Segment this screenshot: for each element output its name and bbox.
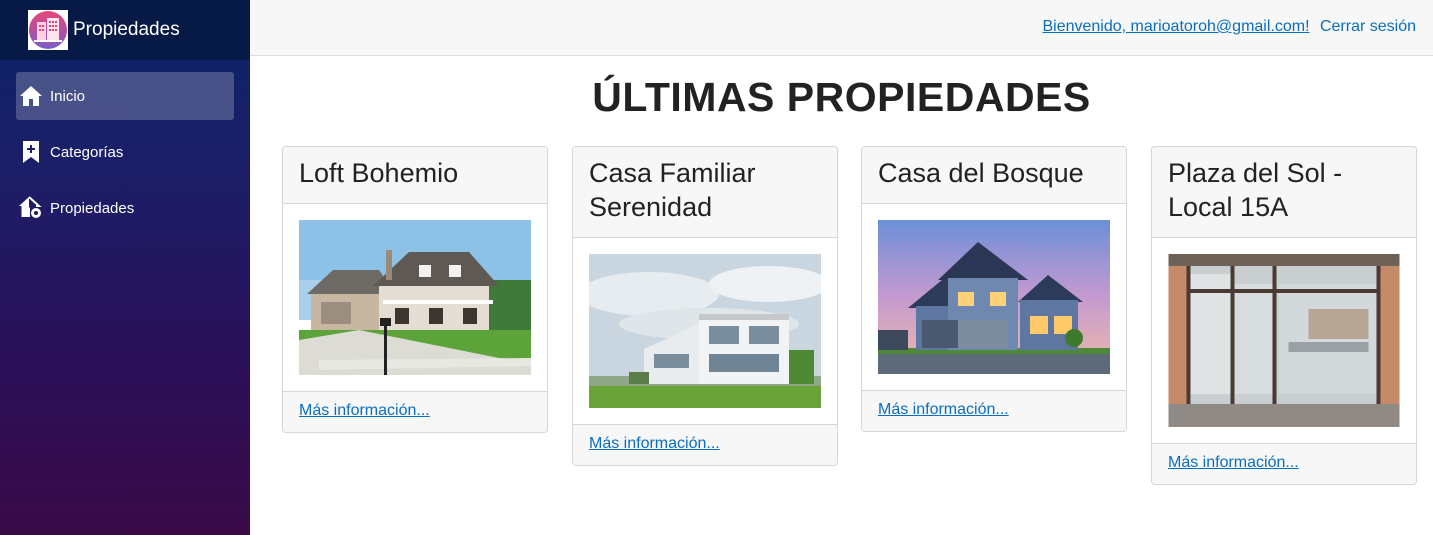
house-gear-icon xyxy=(18,195,44,221)
page-title: ÚLTIMAS PROPIEDADES xyxy=(592,74,1091,120)
card-footer: Más información... xyxy=(1152,443,1416,484)
building-logo-icon xyxy=(28,10,68,50)
home-icon xyxy=(18,83,44,109)
property-card: Loft Bohemio Más información... xyxy=(282,146,548,433)
house-photo-suburban xyxy=(299,220,531,375)
brand-name: Propiedades xyxy=(73,19,180,40)
sidebar-item-label: Propiedades xyxy=(50,199,135,217)
more-info-link[interactable]: Más información... xyxy=(1168,454,1299,471)
property-card: Casa Familiar Serenidad Más información.… xyxy=(572,146,838,466)
card-footer: Más información... xyxy=(573,424,837,465)
card-title: Casa Familiar Serenidad xyxy=(573,147,837,238)
storefront-photo-glass xyxy=(1168,254,1400,427)
card-footer: Más información... xyxy=(862,390,1126,431)
more-info-link[interactable]: Más información... xyxy=(299,402,430,419)
card-body xyxy=(862,204,1126,390)
card-title: Casa del Bosque xyxy=(862,147,1126,204)
card-footer: Más información... xyxy=(283,391,547,432)
sidebar-item-label: Inicio xyxy=(50,87,86,105)
sidebar-item-inicio[interactable]: Inicio xyxy=(16,72,234,120)
welcome-link[interactable]: Bienvenido, marioatoroh@gmail.com! xyxy=(1042,18,1309,35)
sidebar: Propiedades Inicio Categorías Propiedade… xyxy=(0,0,250,535)
sidebar-item-label: Categorías xyxy=(50,143,124,161)
property-card: Casa del Bosque Más información... xyxy=(861,146,1127,432)
bookmark-plus-icon xyxy=(18,139,44,165)
card-body xyxy=(1152,238,1416,443)
sidebar-nav: Inicio Categorías Propiedades xyxy=(0,60,250,232)
card-title: Loft Bohemio xyxy=(283,147,547,204)
property-card: Plaza del Sol - Local 15A Más informació… xyxy=(1151,146,1417,485)
logout-link[interactable]: Cerrar sesión xyxy=(1320,18,1416,35)
house-photo-dusk xyxy=(878,220,1110,374)
main-content: ÚLTIMAS PROPIEDADES Loft Bohemio Más inf… xyxy=(250,56,1433,535)
topbar: Bienvenido, marioatoroh@gmail.com! Cerra… xyxy=(250,0,1433,56)
house-photo-modern-white xyxy=(589,254,821,408)
card-body xyxy=(283,204,547,391)
card-title: Plaza del Sol - Local 15A xyxy=(1152,147,1416,238)
sidebar-item-categorias[interactable]: Categorías xyxy=(16,128,234,176)
more-info-link[interactable]: Más información... xyxy=(589,435,720,452)
user-links: Bienvenido, marioatoroh@gmail.com! Cerra… xyxy=(1042,18,1416,36)
sidebar-item-propiedades[interactable]: Propiedades xyxy=(16,184,234,232)
card-body xyxy=(573,238,837,424)
brand[interactable]: Propiedades xyxy=(0,0,250,60)
more-info-link[interactable]: Más información... xyxy=(878,401,1009,418)
